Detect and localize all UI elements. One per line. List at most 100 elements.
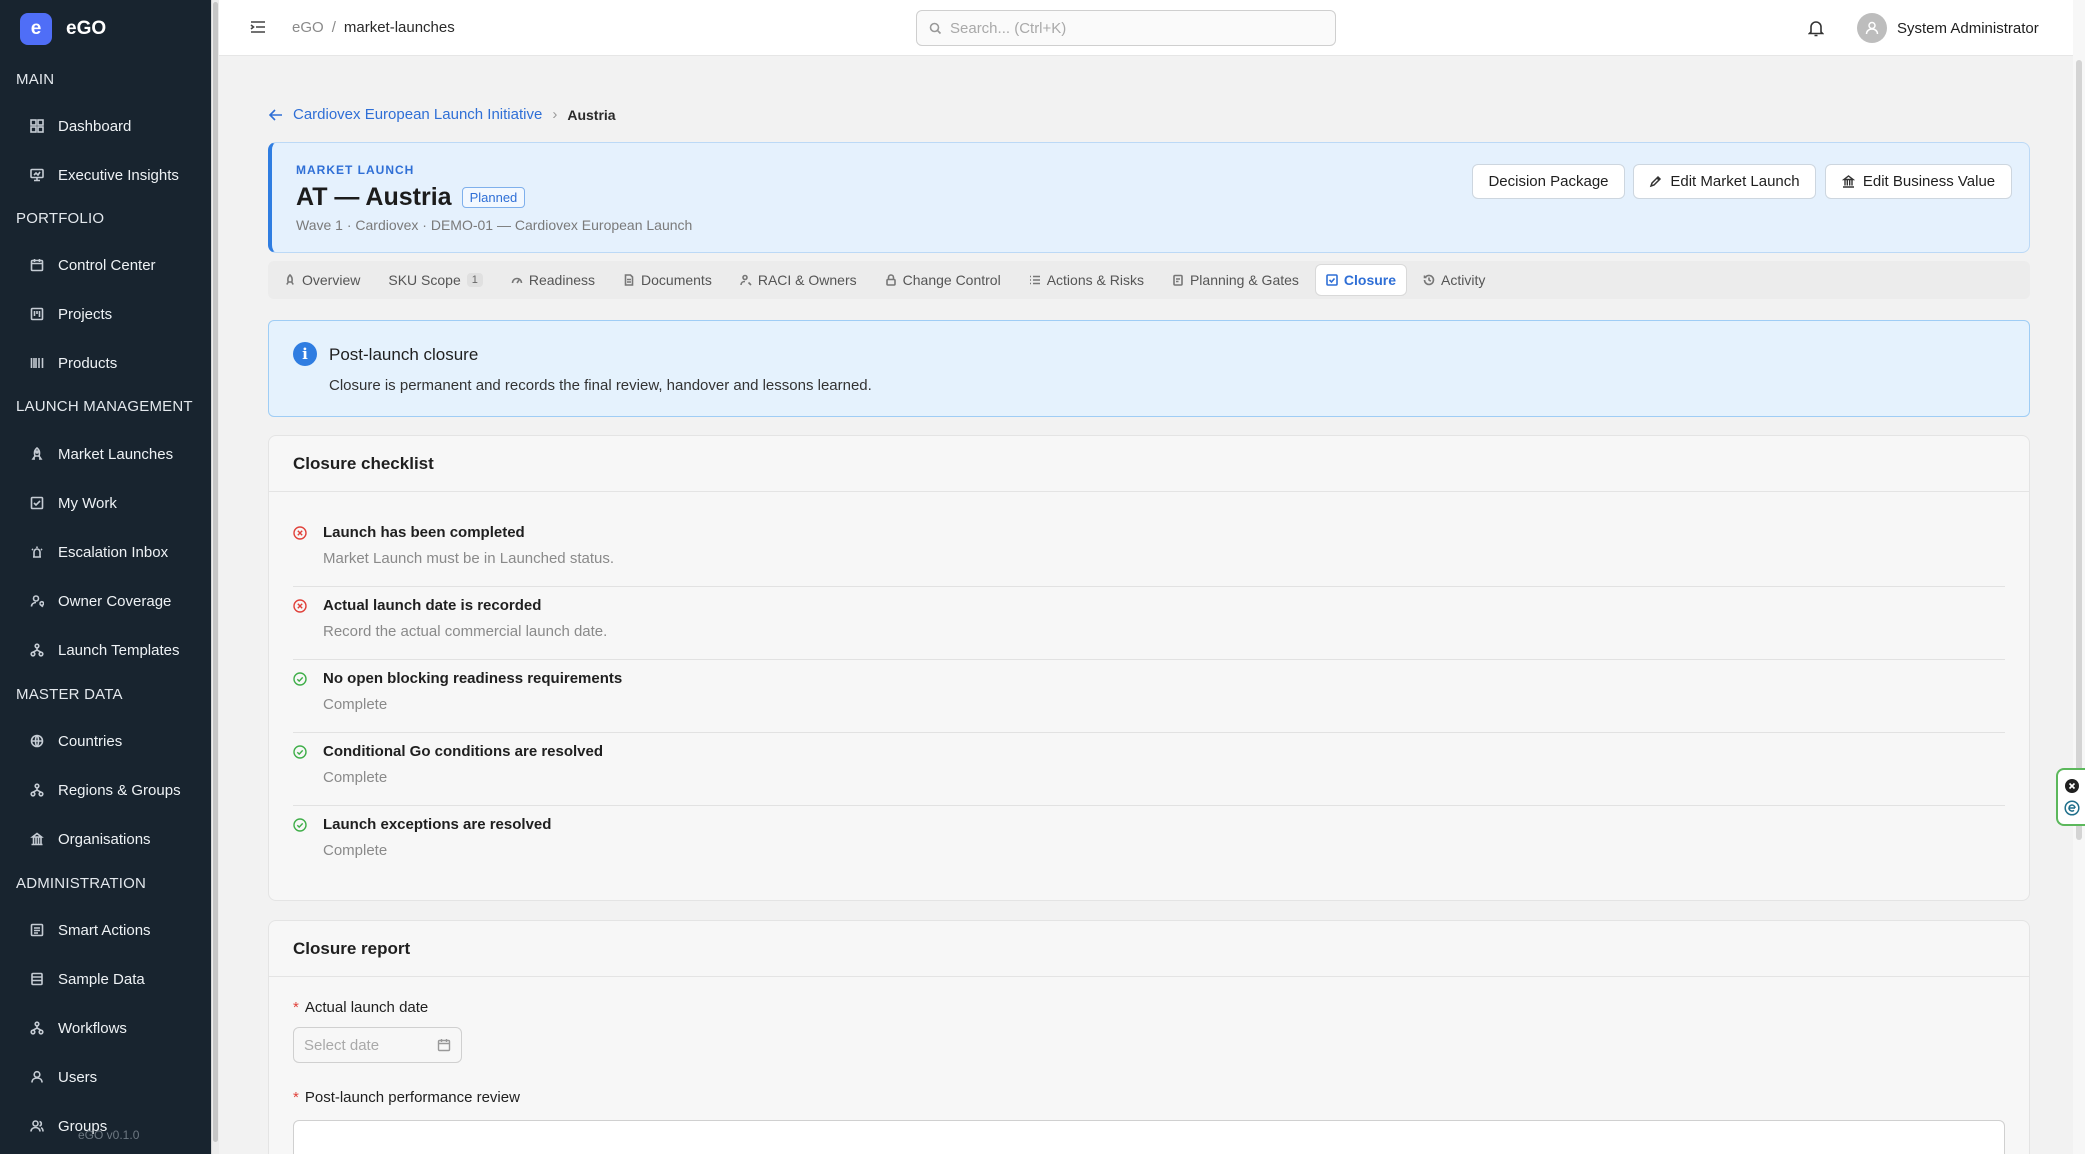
global-search[interactable] xyxy=(916,10,1336,46)
sidebar-item-users[interactable]: Users xyxy=(18,1058,198,1096)
check-circle-icon xyxy=(293,672,307,686)
users-icon xyxy=(30,1120,44,1132)
checkbox-icon xyxy=(30,496,44,510)
record-type-label: MARKET LAUNCH xyxy=(296,163,415,177)
x-circle-icon xyxy=(293,526,307,540)
lock-icon xyxy=(885,274,896,286)
grid-icon xyxy=(30,119,44,133)
close-icon[interactable] xyxy=(2064,778,2080,794)
sidebar-item-label: Sample Data xyxy=(58,970,145,988)
scrollbar-thumb[interactable] xyxy=(213,2,218,1142)
button-label: Edit Business Value xyxy=(1862,173,1996,190)
tab-label: SKU Scope xyxy=(388,272,461,288)
calendar-icon[interactable] xyxy=(437,1038,451,1052)
sidebar-item-my-work[interactable]: My Work xyxy=(18,484,198,522)
tab-label: Change Control xyxy=(902,272,1001,288)
x-circle-icon xyxy=(293,599,307,613)
globe-icon xyxy=(30,734,44,748)
tab-actions-risks[interactable]: Actions & Risks xyxy=(1027,264,1146,296)
breadcrumb-root[interactable]: eGO xyxy=(292,19,324,36)
main-scrollbar[interactable] xyxy=(2073,0,2085,1154)
sidebar-item-label: Countries xyxy=(58,732,123,750)
check-circle-icon xyxy=(293,745,307,759)
search-input[interactable] xyxy=(950,19,1310,37)
bank-icon xyxy=(1841,175,1855,188)
notifications-bell-icon[interactable] xyxy=(1808,19,1824,37)
list-icon xyxy=(1029,275,1040,285)
edit-business-value-button[interactable]: Edit Business Value xyxy=(1825,164,2012,199)
button-label: Edit Market Launch xyxy=(1670,173,1800,190)
card-title: Closure checklist xyxy=(293,454,434,473)
checklist-item: Conditional Go conditions are resolved C… xyxy=(293,733,2005,806)
sidebar-item-label: Users xyxy=(58,1068,98,1086)
decision-package-button[interactable]: Decision Package xyxy=(1472,164,1625,199)
sidebar: e eGO MAIN Dashboard Executive Insights … xyxy=(0,0,211,1154)
tab-closure[interactable]: Closure xyxy=(1314,264,1408,296)
sidebar-item-countries[interactable]: Countries xyxy=(18,722,198,760)
checklist-item-label: Launch has been completed xyxy=(323,524,525,541)
top-breadcrumb: eGO / market-launches xyxy=(292,19,455,36)
checklist-item-description: Complete xyxy=(323,769,388,786)
tab-raci-owners[interactable]: RACI & Owners xyxy=(738,264,859,296)
checkbox-icon xyxy=(1326,274,1338,286)
field-label-text: Actual launch date xyxy=(304,999,429,1016)
record-tabs: Overview SKU Scope 1 Readiness Documents… xyxy=(268,261,2030,299)
sidebar-item-smart-actions[interactable]: Smart Actions xyxy=(18,911,198,949)
tab-planning-gates[interactable]: Planning & Gates xyxy=(1170,264,1301,296)
breadcrumb-separator: › xyxy=(552,106,558,123)
sidebar-item-dashboard[interactable]: Dashboard xyxy=(18,107,198,145)
sidebar-item-organisations[interactable]: Organisations xyxy=(18,820,198,858)
sidebar-item-products[interactable]: Products xyxy=(18,344,198,382)
sidebar-item-label: Projects xyxy=(58,305,113,323)
sidebar-item-workflows[interactable]: Workflows xyxy=(18,1009,198,1047)
post-launch-review-textarea[interactable] xyxy=(293,1120,2005,1154)
menu-toggle-icon[interactable] xyxy=(249,18,267,36)
tab-activity[interactable]: Activity xyxy=(1421,264,1487,296)
sidebar-item-executive-insights[interactable]: Executive Insights xyxy=(18,156,198,194)
tab-readiness[interactable]: Readiness xyxy=(509,264,597,296)
breadcrumb-parent-link[interactable]: Cardiovex European Launch Initiative xyxy=(293,106,542,123)
sidebar-item-owner-coverage[interactable]: Owner Coverage xyxy=(18,582,198,620)
hierarchy-icon xyxy=(30,783,44,797)
database-icon xyxy=(31,972,43,986)
checklist-item: Actual launch date is recorded Record th… xyxy=(293,587,2005,660)
sidebar-item-projects[interactable]: Projects xyxy=(18,295,198,333)
actual-launch-date-picker[interactable] xyxy=(293,1027,462,1063)
closure-report-card: Closure report * Actual launch date * Post… xyxy=(268,920,2030,1154)
arrow-left-icon[interactable] xyxy=(269,108,283,121)
post-launch-review-label: * Post-launch performance review xyxy=(293,1089,520,1106)
app-badge-icon[interactable] xyxy=(2063,800,2080,816)
sidebar-item-regions-groups[interactable]: Regions & Groups xyxy=(18,771,198,809)
sidebar-item-control-center[interactable]: Control Center xyxy=(18,246,198,284)
status-badge: Planned xyxy=(461,187,526,208)
checklist-item: Launch exceptions are resolved Complete xyxy=(293,806,2005,879)
search-icon xyxy=(929,22,942,34)
tab-label: Overview xyxy=(302,272,361,288)
tab-documents[interactable]: Documents xyxy=(621,264,714,296)
sidebar-item-label: My Work xyxy=(58,494,117,512)
tab-change-control[interactable]: Change Control xyxy=(883,264,1003,296)
sidebar-item-escalation-inbox[interactable]: Escalation Inbox xyxy=(18,533,198,571)
checklist-item-description: Record the actual commercial launch date… xyxy=(323,623,608,640)
tab-label: Planning & Gates xyxy=(1189,272,1299,288)
sidebar-item-launch-templates[interactable]: Launch Templates xyxy=(18,631,198,669)
scrollbar-thumb[interactable] xyxy=(2076,60,2082,840)
tab-sku-scope[interactable]: SKU Scope 1 xyxy=(386,264,485,296)
sidebar-item-label: Dashboard xyxy=(58,117,132,135)
date-input[interactable] xyxy=(304,1036,424,1054)
info-icon: i xyxy=(293,342,317,366)
edit-market-launch-button[interactable]: Edit Market Launch xyxy=(1633,164,1816,199)
checklist-item-description: Complete xyxy=(323,696,388,713)
sidebar-item-market-launches[interactable]: Market Launches xyxy=(18,435,198,473)
sidebar-scrollbar[interactable] xyxy=(211,0,219,1154)
gauge-icon xyxy=(511,277,523,284)
user-menu[interactable]: System Administrator xyxy=(1857,13,2039,43)
required-marker: * xyxy=(293,999,299,1016)
tab-label: Documents xyxy=(641,272,712,288)
tab-overview[interactable]: Overview xyxy=(282,264,362,296)
card-title: Closure report xyxy=(293,939,411,958)
document-icon xyxy=(624,274,634,286)
checklist-item-label: Conditional Go conditions are resolved xyxy=(323,743,604,760)
sidebar-item-sample-data[interactable]: Sample Data xyxy=(18,960,198,998)
brand[interactable]: e eGO xyxy=(20,13,106,45)
